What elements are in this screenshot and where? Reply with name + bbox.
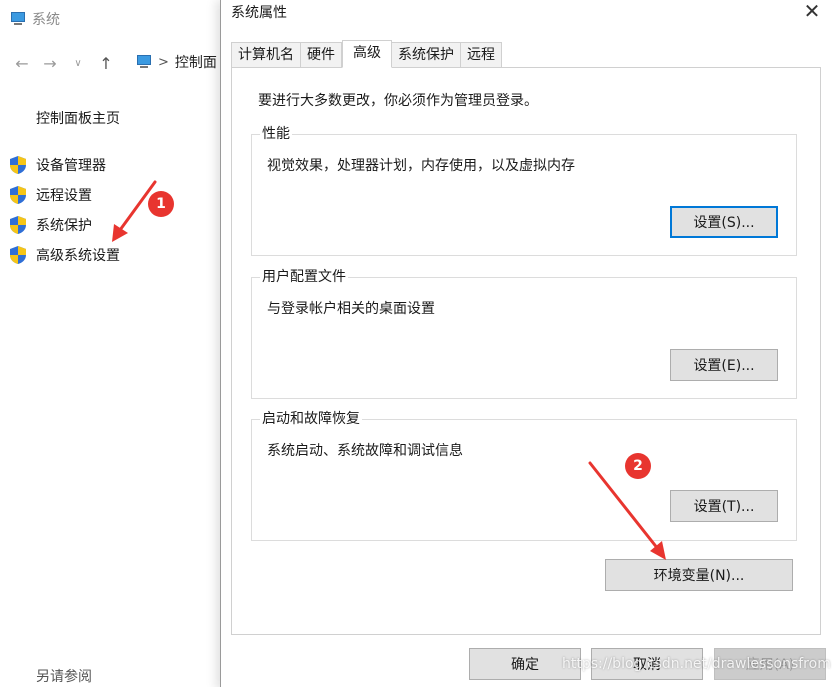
breadcrumb-control-panel[interactable]: 控制面 xyxy=(175,52,217,72)
sidebar-item-system-protection[interactable]: 系统保护 xyxy=(8,210,120,240)
startup-recovery-settings-button[interactable]: 设置(T)... xyxy=(670,490,778,522)
group-title: 用户配置文件 xyxy=(260,268,348,286)
back-arrow-icon[interactable]: ← xyxy=(10,54,34,73)
sidebar-item-remote-settings[interactable]: 远程设置 xyxy=(8,180,120,210)
uac-shield-icon xyxy=(10,156,26,174)
user-profiles-settings-button[interactable]: 设置(E)... xyxy=(670,349,778,381)
tab-system-protection[interactable]: 系统保护 xyxy=(392,42,461,68)
advanced-tab-panel: 要进行大多数更改，你必须作为管理员登录。 性能 视觉效果，处理器计划，内存使用，… xyxy=(231,67,821,635)
tab-hardware[interactable]: 硬件 xyxy=(301,42,342,68)
group-description: 视觉效果，处理器计划，内存使用，以及虚拟内存 xyxy=(267,158,575,174)
performance-group: 性能 视觉效果，处理器计划，内存使用，以及虚拟内存 设置(S)... xyxy=(251,125,797,256)
startup-recovery-group: 启动和故障恢复 系统启动、系统故障和调试信息 设置(T)... xyxy=(251,410,797,541)
group-title: 性能 xyxy=(260,125,292,143)
watermark-url: https://blog.csdn.net/drawlessonsfrom xyxy=(562,656,831,672)
tab-strip: 计算机名 硬件 高级 系统保护 远程 xyxy=(231,40,502,68)
sidebar-item-label: 设备管理器 xyxy=(36,158,106,174)
annotation-badge-1: 1 xyxy=(148,191,174,217)
group-description: 系统启动、系统故障和调试信息 xyxy=(267,443,463,459)
uac-shield-icon xyxy=(10,186,26,204)
performance-settings-button[interactable]: 设置(S)... xyxy=(670,206,778,238)
dialog-title: 系统属性 xyxy=(231,5,287,21)
computer-icon xyxy=(10,12,26,26)
tab-computer-name[interactable]: 计算机名 xyxy=(231,42,301,68)
user-profiles-group: 用户配置文件 与登录帐户相关的桌面设置 设置(E)... xyxy=(251,268,797,399)
navigation-bar: ← → ∨ ↑ xyxy=(10,50,118,76)
recent-dropdown-icon[interactable]: ∨ xyxy=(66,58,90,69)
system-window-title: 系统 xyxy=(10,8,60,30)
group-description: 与登录帐户相关的桌面设置 xyxy=(267,301,435,317)
control-panel-home-link[interactable]: 控制面板主页 xyxy=(36,108,120,128)
breadcrumb-chevron-icon: > xyxy=(158,54,169,70)
tab-advanced[interactable]: 高级 xyxy=(342,40,392,68)
environment-variables-button[interactable]: 环境变量(N)... xyxy=(605,559,793,591)
close-icon[interactable]: ✕ xyxy=(797,0,827,24)
see-also-heading: 另请参阅 xyxy=(36,669,92,685)
admin-note: 要进行大多数更改，你必须作为管理员登录。 xyxy=(258,93,538,109)
sidebar-item-label: 系统保护 xyxy=(36,218,92,234)
group-title: 启动和故障恢复 xyxy=(260,410,362,428)
sidebar-item-advanced-system-settings[interactable]: 高级系统设置 xyxy=(8,240,120,270)
uac-shield-icon xyxy=(10,216,26,234)
forward-arrow-icon[interactable]: → xyxy=(38,54,62,73)
sidebar-item-label: 高级系统设置 xyxy=(36,248,120,264)
system-properties-dialog: 系统属性 ✕ 计算机名 硬件 高级 系统保护 远程 要进行大多数更改，你必须作为… xyxy=(220,0,838,687)
annotation-badge-2: 2 xyxy=(625,453,651,479)
tab-remote[interactable]: 远程 xyxy=(461,42,502,68)
system-window-title-text: 系统 xyxy=(32,12,60,28)
address-bar[interactable]: > 控制面 xyxy=(136,48,226,76)
up-arrow-icon[interactable]: ↑ xyxy=(94,54,118,73)
uac-shield-icon xyxy=(10,246,26,264)
sidebar-item-device-manager[interactable]: 设备管理器 xyxy=(8,150,120,180)
computer-icon xyxy=(136,55,152,69)
sidebar-item-label: 远程设置 xyxy=(36,188,92,204)
sidebar-task-list: 设备管理器 远程设置 系统保护 高级系统设置 xyxy=(8,150,120,270)
